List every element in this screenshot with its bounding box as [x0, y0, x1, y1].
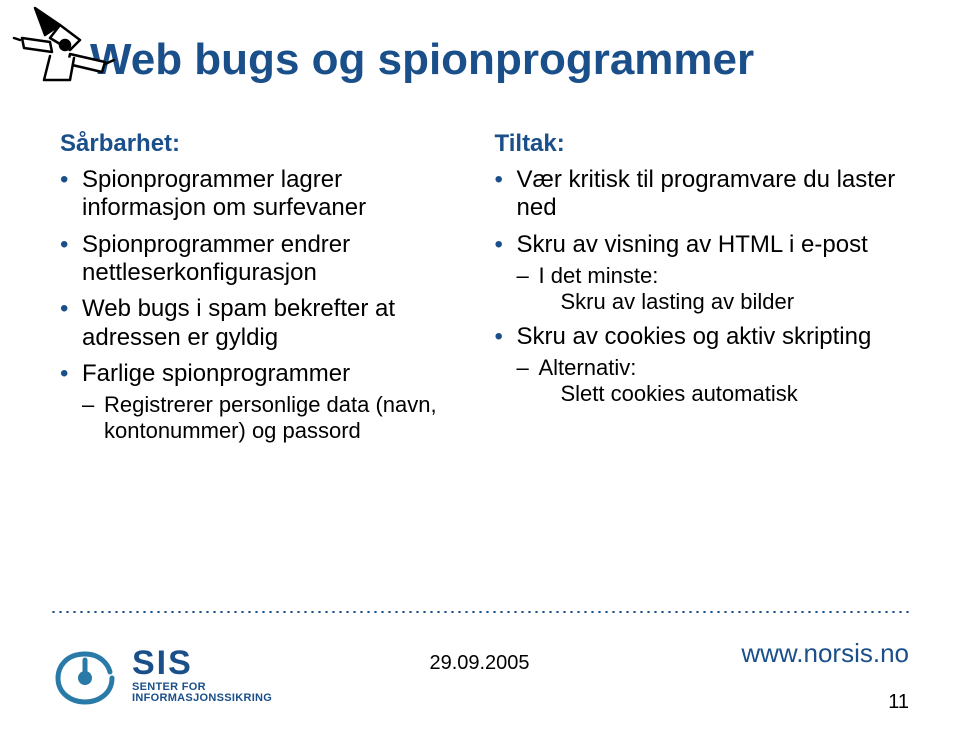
content-columns: Sårbarhet: Spionprogrammer lagrer inform… [50, 130, 909, 452]
bullet-item: Farlige spionprogrammer Registrerer pers… [60, 360, 465, 444]
left-heading: Sårbarhet: [60, 130, 465, 158]
sub-bullet-item: Alternativ: Slett cookies automatisk [517, 355, 900, 407]
sub-bullet-text: I det minste: [539, 263, 659, 288]
subsub-text: Skru av lasting av bilder [539, 289, 900, 315]
logo-acronym: SIS [132, 646, 272, 682]
spy-icon [10, 0, 120, 95]
sub-bullet-item: I det minste: Skru av lasting av bilder [517, 263, 900, 315]
page-number: 11 [741, 691, 909, 714]
bullet-text: Farlige spionprogrammer [82, 360, 350, 387]
sub-list: Registrerer personlige data (navn, konto… [82, 392, 465, 444]
right-heading: Tiltak: [495, 130, 900, 158]
dotted-separator [50, 611, 909, 613]
logo-text: SIS SENTER FOR INFORMASJONSSIKRING [132, 646, 272, 705]
slide-footer: SIS SENTER FOR INFORMASJONSSIKRING www.n… [50, 618, 909, 733]
footer-url: www.norsis.no [741, 638, 909, 669]
bullet-item: Web bugs i spam bekrefter at adressen er… [60, 295, 465, 352]
sis-logo: SIS SENTER FOR INFORMASJONSSIKRING [50, 646, 272, 706]
left-list: Spionprogrammer lagrer informasjon om su… [60, 166, 465, 444]
logo-line2: INFORMASJONSSIKRING [132, 693, 272, 705]
bullet-item: Vær kritisk til programvare du laster ne… [495, 166, 900, 223]
slide-title: Web bugs og spionprogrammer [90, 35, 909, 85]
footer-right: www.norsis.no 11 [741, 638, 909, 714]
bullet-item: Spionprogrammer endrer nettleserkonfigur… [60, 231, 465, 288]
right-list: Vær kritisk til programvare du laster ne… [495, 166, 900, 407]
left-column: Sårbarhet: Spionprogrammer lagrer inform… [60, 130, 465, 452]
subsub-text: Slett cookies automatisk [539, 381, 900, 407]
bullet-text: Skru av cookies og aktiv skripting [517, 323, 872, 350]
bullet-item: Skru av cookies og aktiv skripting Alter… [495, 323, 900, 407]
bullet-item: Skru av visning av HTML i e-post I det m… [495, 231, 900, 315]
sub-list: Alternativ: Slett cookies automatisk [517, 355, 900, 407]
logo-mark-icon [50, 646, 120, 706]
bullet-item: Spionprogrammer lagrer informasjon om su… [60, 166, 465, 223]
bullet-text: Skru av visning av HTML i e-post [517, 231, 868, 258]
right-column: Tiltak: Vær kritisk til programvare du l… [495, 130, 900, 452]
sub-bullet-text: Alternativ: [539, 355, 637, 380]
slide: Web bugs og spionprogrammer Sårbarhet: S… [0, 0, 959, 733]
sub-bullet-item: Registrerer personlige data (navn, konto… [82, 392, 465, 444]
sub-list: I det minste: Skru av lasting av bilder [517, 263, 900, 315]
